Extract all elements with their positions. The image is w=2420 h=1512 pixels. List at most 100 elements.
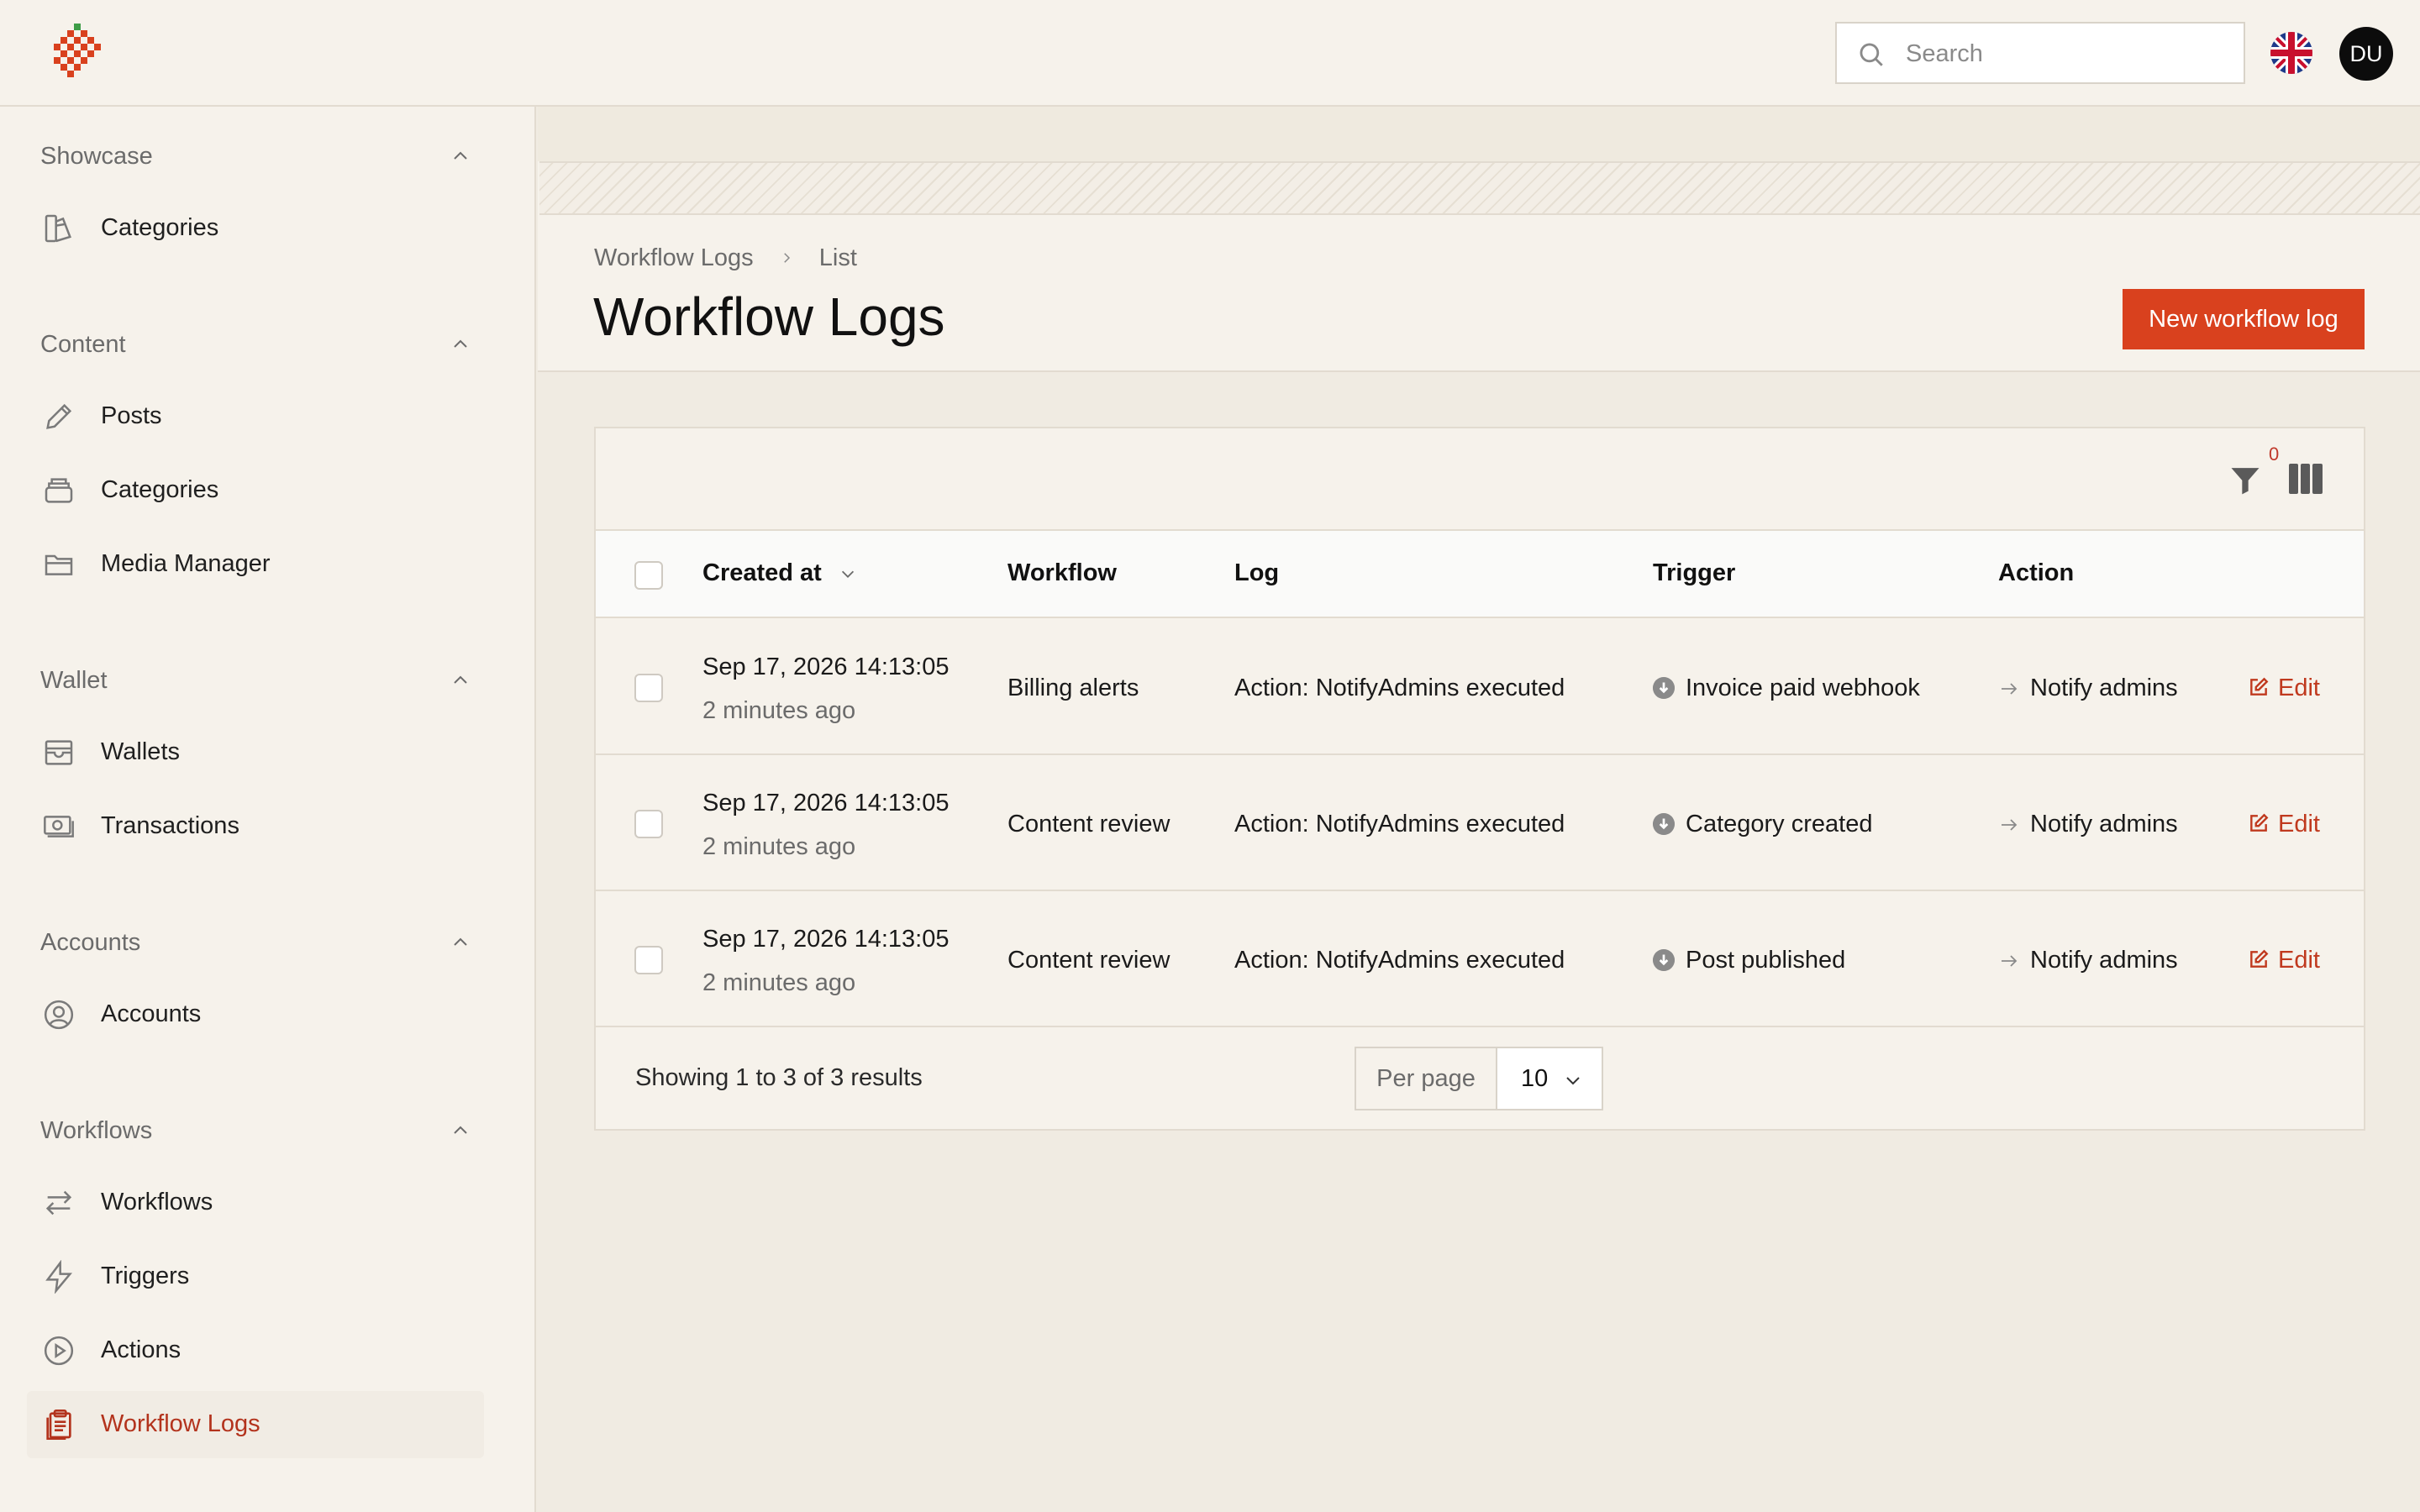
sidebar-item-label: Workflow Logs bbox=[101, 1410, 260, 1437]
log-cell: Action: NotifyAdmins executed bbox=[1234, 947, 1565, 974]
created-at-cell: Sep 17, 2026 14:13:05 bbox=[702, 926, 950, 953]
column-header-action: Action bbox=[1998, 559, 2075, 586]
chevron-up-icon bbox=[454, 1126, 467, 1134]
sidebar-group-workflows[interactable]: Workflows bbox=[40, 1114, 471, 1147]
arrows-icon bbox=[45, 1190, 72, 1215]
workflow-cell: Content review bbox=[1007, 947, 1171, 974]
search-icon bbox=[1860, 43, 1883, 66]
sidebar-item-workflows[interactable]: Workflows bbox=[27, 1169, 484, 1236]
logo-icon[interactable] bbox=[54, 24, 108, 84]
arrow-right-icon bbox=[2002, 955, 2018, 967]
uk-flag-icon[interactable] bbox=[2270, 32, 2312, 74]
column-header-trigger: Trigger bbox=[1653, 559, 1736, 586]
edit-label: Edit bbox=[2278, 811, 2320, 837]
sidebar-item-label: Transactions bbox=[101, 812, 239, 839]
clipboard-icon bbox=[46, 1410, 71, 1440]
sidebar-item-wallets[interactable]: Wallets bbox=[27, 719, 484, 786]
edit-link[interactable]: Edit bbox=[2248, 947, 2320, 974]
chevron-up-icon bbox=[454, 675, 467, 684]
hatched-banner bbox=[539, 161, 2420, 215]
per-page-value: 10 bbox=[1521, 1065, 1549, 1092]
sidebar-item-label: Posts bbox=[101, 402, 162, 429]
column-header-workflow: Workflow bbox=[1007, 559, 1117, 586]
sidebar-group-title: Wallet bbox=[40, 667, 108, 694]
log-cell: Action: NotifyAdmins executed bbox=[1234, 675, 1565, 701]
sidebar-item-label: Wallets bbox=[101, 738, 180, 765]
stack-icon bbox=[45, 478, 73, 503]
edit-link[interactable]: Edit bbox=[2248, 675, 2320, 702]
action-cell: Notify admins bbox=[2030, 811, 2178, 837]
created-at-cell: Sep 17, 2026 14:13:05 bbox=[702, 790, 950, 816]
sidebar-item-content-categories[interactable]: Categories bbox=[27, 457, 484, 524]
trigger-arrow-icon bbox=[1653, 677, 1675, 699]
sidebar-group-title: Showcase bbox=[40, 143, 153, 170]
row-checkbox[interactable] bbox=[634, 674, 663, 702]
sidebar-group-accounts[interactable]: Accounts bbox=[40, 926, 471, 959]
trigger-cell: Category created bbox=[1686, 811, 1873, 837]
per-page-label: Per page bbox=[1356, 1048, 1497, 1109]
log-cell: Action: NotifyAdmins executed bbox=[1234, 811, 1565, 837]
edit-label: Edit bbox=[2278, 675, 2320, 701]
arrow-right-icon bbox=[2002, 819, 2018, 831]
sidebar-group-showcase[interactable]: Showcase bbox=[40, 139, 471, 173]
columns-icon[interactable] bbox=[2289, 464, 2323, 494]
sidebar-group-content[interactable]: Content bbox=[40, 328, 471, 361]
trigger-cell: Post published bbox=[1686, 947, 1846, 974]
user-circle-icon bbox=[44, 1000, 74, 1030]
filter-icon[interactable] bbox=[2227, 460, 2264, 497]
trigger-arrow-icon bbox=[1653, 949, 1675, 971]
sidebar-item-workflow-logs[interactable]: Workflow Logs bbox=[27, 1391, 484, 1458]
created-ago-cell: 2 minutes ago bbox=[702, 697, 856, 724]
top-bar: DU bbox=[0, 0, 2420, 107]
page-title: Workflow Logs bbox=[593, 286, 945, 347]
sidebar-group-title: Workflows bbox=[40, 1117, 153, 1144]
chevron-down-icon bbox=[1566, 1077, 1580, 1085]
results-summary: Showing 1 to 3 of 3 results bbox=[635, 1064, 923, 1091]
row-checkbox[interactable] bbox=[634, 810, 663, 838]
play-icon bbox=[44, 1336, 74, 1366]
sidebar-item-triggers[interactable]: Triggers bbox=[27, 1243, 484, 1310]
created-at-cell: Sep 17, 2026 14:13:05 bbox=[702, 654, 950, 680]
chevron-down-icon bbox=[841, 570, 854, 579]
sidebar-item-media-manager[interactable]: Media Manager bbox=[27, 531, 484, 598]
sidebar-group-wallet[interactable]: Wallet bbox=[40, 664, 471, 697]
sidebar-item-label: Categories bbox=[101, 476, 219, 503]
categories-showcase-icon bbox=[45, 214, 71, 243]
per-page-select[interactable]: Per page 10 bbox=[1355, 1047, 1603, 1110]
workflow-cell: Billing alerts bbox=[1007, 675, 1139, 701]
bolt-icon bbox=[45, 1260, 73, 1294]
chevron-right-icon bbox=[783, 253, 790, 264]
folder-icon bbox=[45, 554, 73, 575]
pencil-icon bbox=[46, 403, 72, 429]
search-box[interactable] bbox=[1835, 22, 2245, 84]
chevron-up-icon bbox=[454, 151, 467, 160]
workflow-cell: Content review bbox=[1007, 811, 1171, 837]
breadcrumb: Workflow Logs List bbox=[594, 244, 857, 272]
sidebar-item-label: Triggers bbox=[101, 1263, 190, 1289]
sidebar-item-showcase-categories[interactable]: Categories bbox=[27, 195, 484, 262]
cash-icon bbox=[44, 816, 74, 837]
edit-icon bbox=[2250, 949, 2269, 968]
user-avatar[interactable]: DU bbox=[2339, 27, 2393, 81]
edit-icon bbox=[2250, 677, 2269, 696]
select-all-checkbox[interactable] bbox=[634, 561, 663, 590]
created-ago-cell: 2 minutes ago bbox=[702, 969, 856, 996]
sidebar-item-accounts[interactable]: Accounts bbox=[27, 981, 484, 1048]
wallet-icon bbox=[45, 740, 73, 765]
new-workflow-log-button[interactable]: New workflow log bbox=[2123, 289, 2365, 349]
row-checkbox[interactable] bbox=[634, 946, 663, 974]
edit-link[interactable]: Edit bbox=[2248, 811, 2320, 838]
chevron-up-icon bbox=[454, 339, 467, 348]
sidebar-item-posts[interactable]: Posts bbox=[27, 383, 484, 450]
column-header-created-at[interactable]: Created at bbox=[702, 559, 857, 587]
header-top-strip bbox=[538, 107, 2420, 161]
sidebar-item-label: Categories bbox=[101, 214, 219, 241]
sidebar-item-label: Accounts bbox=[101, 1000, 202, 1027]
trigger-cell: Invoice paid webhook bbox=[1686, 675, 1920, 701]
sidebar-item-transactions[interactable]: Transactions bbox=[27, 793, 484, 860]
breadcrumb-current: List bbox=[818, 244, 857, 271]
sidebar-item-actions[interactable]: Actions bbox=[27, 1317, 484, 1384]
chevron-up-icon bbox=[454, 937, 467, 946]
search-input[interactable] bbox=[1904, 34, 2227, 74]
breadcrumb-link-workflow-logs[interactable]: Workflow Logs bbox=[594, 244, 754, 271]
